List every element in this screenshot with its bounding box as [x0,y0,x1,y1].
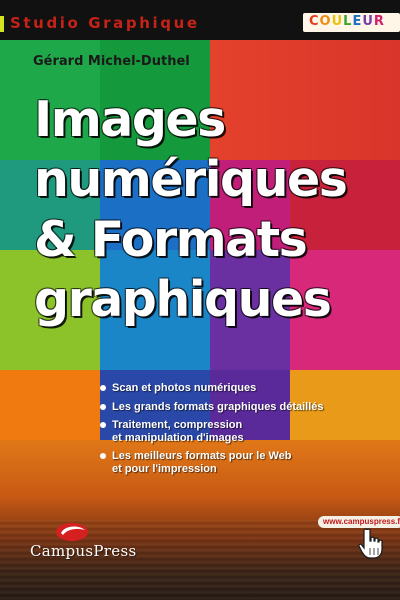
feature-item: Les grands formats graphiques détaillés [98,401,398,414]
tile-orange [0,370,100,440]
couleur-badge: COULEUR [303,13,400,32]
book-cover: Studio Graphique COULEUR Gérard Michel-D… [0,0,400,600]
badge-letter: R [373,14,385,29]
title-line-4: graphiques [34,271,332,328]
feature-item: Les meilleurs formats pour le Web et pou… [98,450,398,475]
feature-item: Traitement, compression et manipulation … [98,419,398,444]
bullet-icon [100,403,106,410]
couleur-label: COULEUR [309,14,385,29]
badge-letter: U [362,14,374,29]
series-header: Studio Graphique COULEUR [0,0,400,40]
series-title: Studio Graphique [10,14,200,32]
title-line-2: numériques [34,151,348,208]
badge-letter: U [331,14,344,29]
badge-letter: C [309,14,320,29]
badge-letter: O [319,14,332,29]
bullet-icon [100,422,106,428]
author-name: Gérard Michel-Duthel [33,54,190,69]
badge-letter: E [352,14,363,29]
feature-list: Scan et photos numériques Les grands for… [98,382,398,481]
campuspress-logo-icon [56,523,88,541]
title-line-3: & Formats [34,211,308,268]
hand-pointer-icon [358,528,383,559]
book-title: Images numériques & Formats graphiques [34,90,394,330]
publisher-name: CampusPress [30,542,137,560]
url-text: www.campuspress.fr [323,517,400,526]
feature-item: Scan et photos numériques [98,382,398,395]
header-accent-bar [0,16,4,32]
website-url[interactable]: www.campuspress.fr [318,516,400,528]
title-line-1: Images [34,91,226,148]
bullet-icon [100,385,106,391]
bullet-icon [100,453,106,459]
